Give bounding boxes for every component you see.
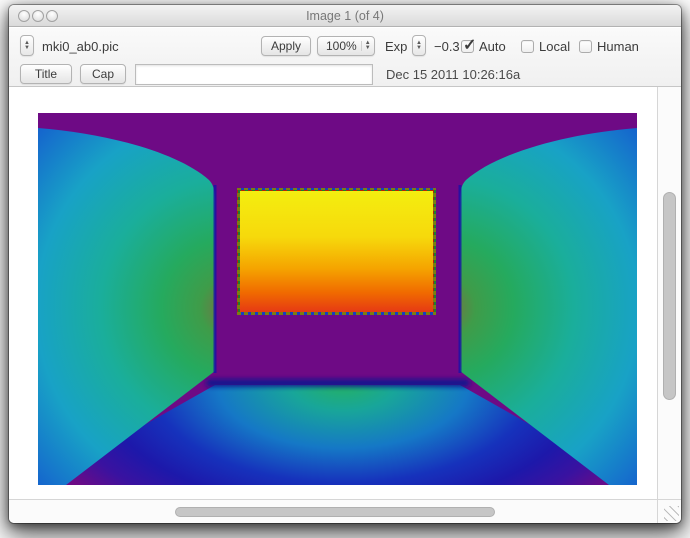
horizontal-scroll-thumb[interactable] <box>175 507 495 517</box>
exp-stepper[interactable]: ▲ ▼ <box>412 35 426 56</box>
zoom-popup[interactable]: 100% ▲▼ <box>317 36 375 56</box>
vertical-scrollbar[interactable] <box>657 87 681 499</box>
exp-label: Exp <box>385 39 407 54</box>
caption-input[interactable] <box>135 64 373 85</box>
titlebar[interactable]: Image 1 (of 4) <box>9 5 681 27</box>
bright-window <box>240 191 433 312</box>
stepper-down-icon[interactable]: ▼ <box>416 46 422 51</box>
horizontal-scrollbar[interactable] <box>9 499 657 523</box>
title-button[interactable]: Title <box>20 64 72 84</box>
timestamp-label: Dec 15 2011 10:26:16a <box>386 67 520 82</box>
image-canvas-area <box>9 87 657 499</box>
auto-checkbox[interactable]: ✓ <box>461 40 474 53</box>
filename-label: mki0_ab0.pic <box>42 39 119 54</box>
image-stepper[interactable]: ▲ ▼ <box>20 35 34 56</box>
resize-grip-icon[interactable] <box>664 506 679 521</box>
falsecolor-rendering[interactable] <box>38 113 637 485</box>
popup-arrows-icon: ▲▼ <box>361 41 371 51</box>
local-checkbox[interactable] <box>521 40 534 53</box>
vertical-scroll-thumb[interactable] <box>663 192 676 400</box>
toolbar: ▲ ▼ mki0_ab0.pic Apply 100% ▲▼ Exp ▲ ▼ −… <box>9 28 681 87</box>
exp-value: −0.3 <box>434 39 460 54</box>
floor-shadow <box>206 379 470 387</box>
checkmark-icon: ✓ <box>463 35 476 55</box>
human-checkbox[interactable] <box>579 40 592 53</box>
auto-checkbox-label[interactable]: Auto <box>479 39 506 54</box>
cap-button[interactable]: Cap <box>80 64 126 84</box>
zoom-value: 100% <box>326 37 357 55</box>
scrollbar-corner <box>657 499 681 523</box>
stepper-down-icon[interactable]: ▼ <box>24 46 30 51</box>
human-checkbox-label[interactable]: Human <box>597 39 639 54</box>
apply-button[interactable]: Apply <box>261 36 311 56</box>
window-title: Image 1 (of 4) <box>9 9 681 23</box>
local-checkbox-label[interactable]: Local <box>539 39 570 54</box>
image-viewer-window: Image 1 (of 4) ▲ ▼ mki0_ab0.pic Apply 10… <box>9 5 681 523</box>
